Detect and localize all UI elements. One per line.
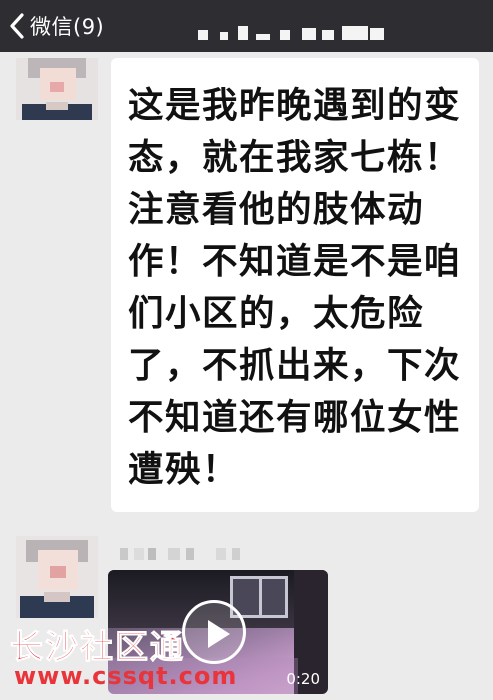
message-bubble[interactable]: 这是我昨晚遇到的变态，就在我家七栋！注意看他的肢体动作！不知道是不是咱们小区的，… — [111, 58, 479, 512]
chat-header: 微信(9) — [0, 0, 493, 52]
watermark-name: 长沙社区通 — [10, 627, 185, 667]
avatar[interactable] — [16, 536, 98, 618]
chat-title-mosaic — [198, 24, 384, 40]
play-icon[interactable] — [182, 600, 246, 664]
video-duration: 0:20 — [286, 670, 320, 688]
sender-name-mosaic — [120, 548, 240, 560]
avatar[interactable] — [16, 58, 98, 120]
message-text: 这是我昨晚遇到的变态，就在我家七栋！注意看他的肢体动作！不知道是不是咱们小区的，… — [128, 85, 462, 490]
watermark-url: www.cssqt.com — [14, 662, 238, 690]
back-label: 微信(9) — [30, 15, 105, 39]
back-button[interactable]: 微信(9) — [8, 10, 104, 42]
chevron-left-icon — [10, 13, 24, 39]
